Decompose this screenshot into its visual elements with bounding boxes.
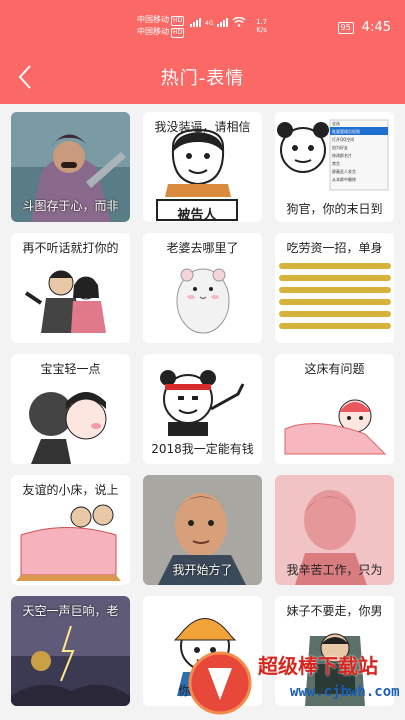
meme-caption: 天空一声巨响，老 [22, 604, 119, 618]
meme-caption: 老婆去哪里了 [166, 241, 239, 255]
network-type: 4G [205, 20, 214, 27]
meme-caption: 我辛苦工作，只为 [286, 563, 383, 577]
meme-caption: 狗官，你的末日到 [286, 202, 383, 216]
meme-caption: 这床有问题 [304, 362, 365, 376]
status-bar: 中国移动 HD 中国移动 HD 4G 1.7 K/s 95 4:45 [0, 0, 405, 50]
meme-card[interactable]: 再不听话就打你的 [11, 233, 130, 343]
meme-caption: 友谊的小床，说上 [22, 483, 119, 497]
signal-icon [190, 18, 201, 27]
app-header: 热门-表情 [0, 50, 405, 104]
hd-badge: HD [171, 16, 185, 26]
meme-card[interactable]: 吃劳资一招，单身 [275, 233, 394, 343]
meme-card[interactable]: 天空一声巨响，老 [11, 596, 130, 706]
meme-card[interactable]: 我辛苦工作，只为 [275, 475, 394, 585]
defendant-sign: 被告人 [177, 208, 217, 222]
meme-caption: 再不听话就打你的 [22, 241, 119, 255]
meme-caption: 吃劳资一招，单身 [286, 241, 383, 255]
carrier-1: 中国移动 [137, 15, 169, 24]
battery-icon: 95 [337, 21, 354, 34]
meme-caption: 妹子不要走，你男 [286, 604, 383, 618]
clock: 4:45 [361, 20, 391, 35]
page-title: 热门-表情 [160, 68, 245, 89]
meme-caption: 我开始方了 [172, 563, 233, 577]
meme-card[interactable]: 这床有问题 [275, 354, 394, 464]
meme-card[interactable]: 全选 批量管理员权限 打开QQ空间 加为好友 修改群名片 禁言 屏蔽此人发言 从… [275, 112, 394, 222]
meme-caption: 2018我一定能有钱 [151, 442, 254, 456]
meme-caption: 斗图存于心，而非 [22, 199, 119, 213]
meme-card[interactable]: 宝宝轻一点 [11, 354, 130, 464]
meme-card[interactable]: 我开始方了 [143, 475, 262, 585]
signal-icon-2 [217, 18, 229, 27]
meme-caption: 宝宝轻一点 [40, 362, 101, 376]
watermark-url: www.cjbwh.com [290, 684, 400, 700]
meme-card[interactable]: 2018我一定能有钱 [143, 354, 262, 464]
wifi-icon [232, 17, 246, 27]
meme-card[interactable]: 我没装逼，请相信 被告人 [143, 112, 262, 222]
meme-card[interactable]: 老婆去哪里了 [143, 233, 262, 343]
meme-card[interactable]: 斗图存于心，而非 [11, 112, 130, 222]
hd-badge-2: HD [171, 28, 185, 38]
network-speed: 1.7 K/s [256, 18, 268, 34]
signal-indicators: 4G [190, 17, 246, 27]
context-menu-list: 全选 批量管理员权限 打开QQ空间 加为好友 修改群名片 禁言 屏蔽此人发言 从… [332, 121, 360, 182]
watermark-text: 超级棒下载站 [258, 654, 378, 678]
meme-caption: 我没装逼，请相信 [154, 120, 251, 134]
carrier-2: 中国移动 [137, 27, 169, 36]
status-right: 95 4:45 [337, 20, 391, 35]
carrier-info: 中国移动 HD 中国移动 HD [137, 14, 185, 38]
meme-card[interactable]: 友谊的小床，说上 [11, 475, 130, 585]
